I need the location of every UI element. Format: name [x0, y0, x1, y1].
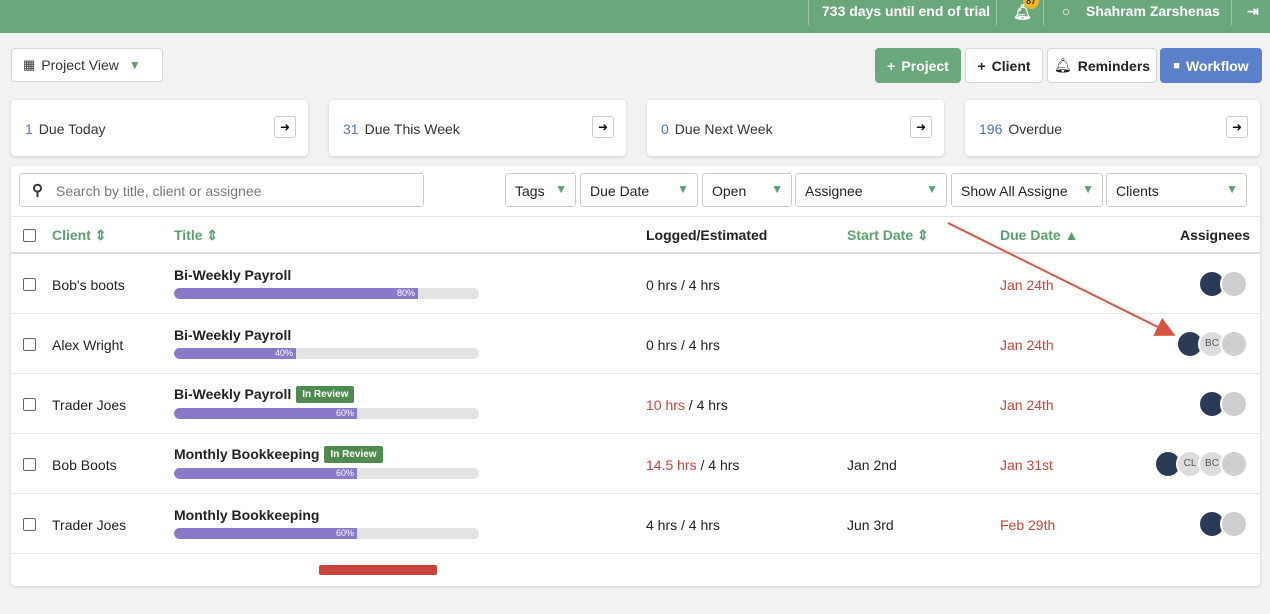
- annotation-arrow: [947, 222, 1176, 336]
